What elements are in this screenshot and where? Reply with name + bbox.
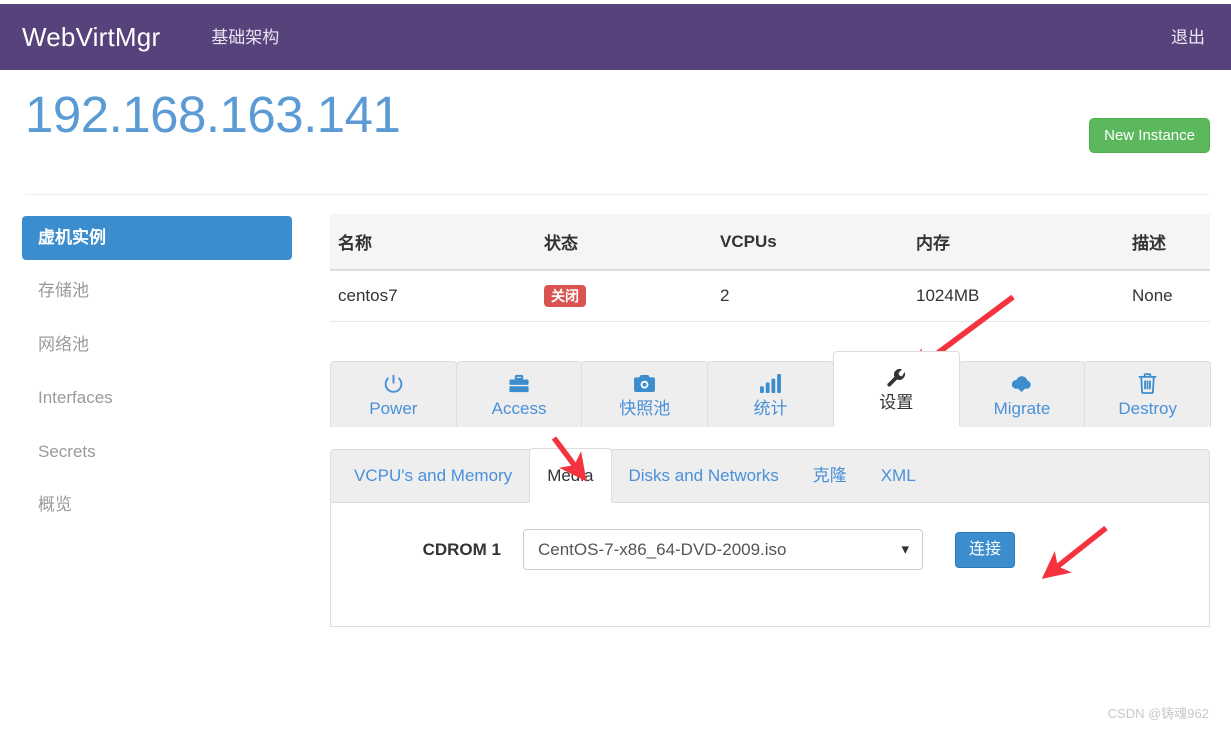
table-header-row: 名称 状态 VCPUs 内存 描述 bbox=[330, 214, 1210, 271]
camera-icon bbox=[633, 373, 656, 395]
cell-instance-vcpus: 2 bbox=[712, 270, 908, 322]
sidebar-item-secrets[interactable]: Secrets bbox=[22, 430, 292, 474]
sidebar-item-instances[interactable]: 虚机实例 bbox=[22, 216, 292, 261]
tab-snapshots[interactable]: 快照池 bbox=[581, 361, 709, 427]
cell-instance-description: None bbox=[1124, 270, 1210, 322]
column-header-state: 状态 bbox=[536, 214, 712, 271]
tab-settings[interactable]: 设置 bbox=[832, 351, 960, 427]
navbar-right: 退出 bbox=[1171, 29, 1205, 46]
tab-migrate[interactable]: Migrate bbox=[958, 361, 1086, 427]
status-badge: 关闭 bbox=[544, 285, 586, 307]
app-root: WebVirtMgr 基础架构 退出 192.168.163.141 New I… bbox=[0, 0, 1231, 734]
tab-power-label: Power bbox=[369, 398, 418, 418]
sidebar-item-network-pools[interactable]: 网络池 bbox=[22, 323, 292, 367]
sidebar-item-overview[interactable]: 概览 bbox=[22, 483, 292, 527]
cell-instance-state: 关闭 bbox=[536, 270, 712, 322]
column-header-memory: 内存 bbox=[908, 214, 1124, 271]
column-header-vcpus: VCPUs bbox=[712, 214, 908, 271]
power-icon bbox=[383, 373, 404, 395]
column-header-name: 名称 bbox=[330, 214, 536, 271]
cell-instance-memory: 1024MB bbox=[908, 270, 1124, 322]
tab-power[interactable]: Power bbox=[330, 361, 457, 427]
header-divider bbox=[25, 194, 1210, 195]
table-body: centos7 关闭 2 1024MB None bbox=[330, 270, 1210, 322]
briefcase-icon bbox=[508, 373, 530, 395]
page-header: 192.168.163.141 New Instance bbox=[0, 70, 1231, 200]
new-instance-button[interactable]: New Instance bbox=[1089, 118, 1210, 153]
tab-access[interactable]: Access bbox=[455, 361, 583, 427]
tab-statistics-label: 统计 bbox=[753, 398, 788, 418]
main-content: 名称 状态 VCPUs 内存 描述 centos7 关闭 2 1024MB No… bbox=[330, 214, 1212, 627]
logout-link[interactable]: 退出 bbox=[1171, 29, 1205, 46]
wrench-icon bbox=[886, 367, 907, 389]
sidebar-nav: 虚机实例 存储池 网络池 Interfaces Secrets 概览 bbox=[22, 216, 292, 527]
table-header: 名称 状态 VCPUs 内存 描述 bbox=[330, 214, 1210, 271]
trash-icon bbox=[1138, 373, 1157, 395]
cloud-download-icon bbox=[1010, 373, 1033, 395]
tab-access-label: Access bbox=[491, 398, 547, 418]
page-title: 192.168.163.141 bbox=[25, 86, 401, 143]
tab-migrate-label: Migrate bbox=[993, 398, 1051, 418]
subtab-disks-and-networks[interactable]: Disks and Networks bbox=[612, 448, 796, 502]
tab-settings-label: 设置 bbox=[879, 393, 914, 412]
instances-table: 名称 状态 VCPUs 内存 描述 centos7 关闭 2 1024MB No… bbox=[330, 214, 1210, 322]
table-row[interactable]: centos7 关闭 2 1024MB None bbox=[330, 270, 1210, 322]
csdn-watermark: CSDN @铸魂962 bbox=[1107, 706, 1209, 721]
top-navbar: WebVirtMgr 基础架构 退出 bbox=[0, 4, 1231, 70]
subtab-vcpu-and-memory[interactable]: VCPU's and Memory bbox=[337, 448, 529, 502]
subtab-xml[interactable]: XML bbox=[864, 448, 933, 502]
settings-sub-tabs: VCPU's and Memory Media Disks and Networ… bbox=[330, 448, 1210, 503]
column-header-description: 描述 bbox=[1124, 214, 1210, 271]
instance-action-tabs: Power Access 快照池 统计 设置 Migrate Destroy bbox=[330, 350, 1212, 427]
sidebar-item-storage-pools[interactable]: 存储池 bbox=[22, 269, 292, 313]
media-panel: CDROM 1 CentOS-7-x86_64-DVD-2009.iso ▾ 连… bbox=[330, 503, 1210, 627]
cdrom-label: CDROM 1 bbox=[422, 539, 501, 559]
cdrom-row: CDROM 1 CentOS-7-x86_64-DVD-2009.iso ▾ 连… bbox=[331, 529, 1209, 570]
chart-bar-icon bbox=[760, 373, 781, 395]
navbar-links: 基础架构 bbox=[205, 29, 285, 46]
subtab-media[interactable]: Media bbox=[529, 448, 612, 503]
nav-link-infrastructure[interactable]: 基础架构 bbox=[205, 29, 285, 46]
sidebar-item-interfaces[interactable]: Interfaces bbox=[22, 376, 292, 420]
tab-statistics[interactable]: 统计 bbox=[707, 361, 834, 427]
tab-snapshots-label: 快照池 bbox=[619, 398, 671, 418]
iso-select[interactable]: CentOS-7-x86_64-DVD-2009.iso bbox=[523, 529, 923, 570]
brand-logo[interactable]: WebVirtMgr bbox=[22, 24, 160, 50]
connect-button[interactable]: 连接 bbox=[955, 531, 1016, 568]
cell-instance-name[interactable]: centos7 bbox=[330, 270, 536, 322]
subtab-clone[interactable]: 克隆 bbox=[796, 448, 864, 502]
iso-select-wrapper: CentOS-7-x86_64-DVD-2009.iso ▾ bbox=[523, 529, 923, 570]
tab-destroy[interactable]: Destroy bbox=[1084, 361, 1212, 427]
tab-destroy-label: Destroy bbox=[1118, 398, 1177, 418]
